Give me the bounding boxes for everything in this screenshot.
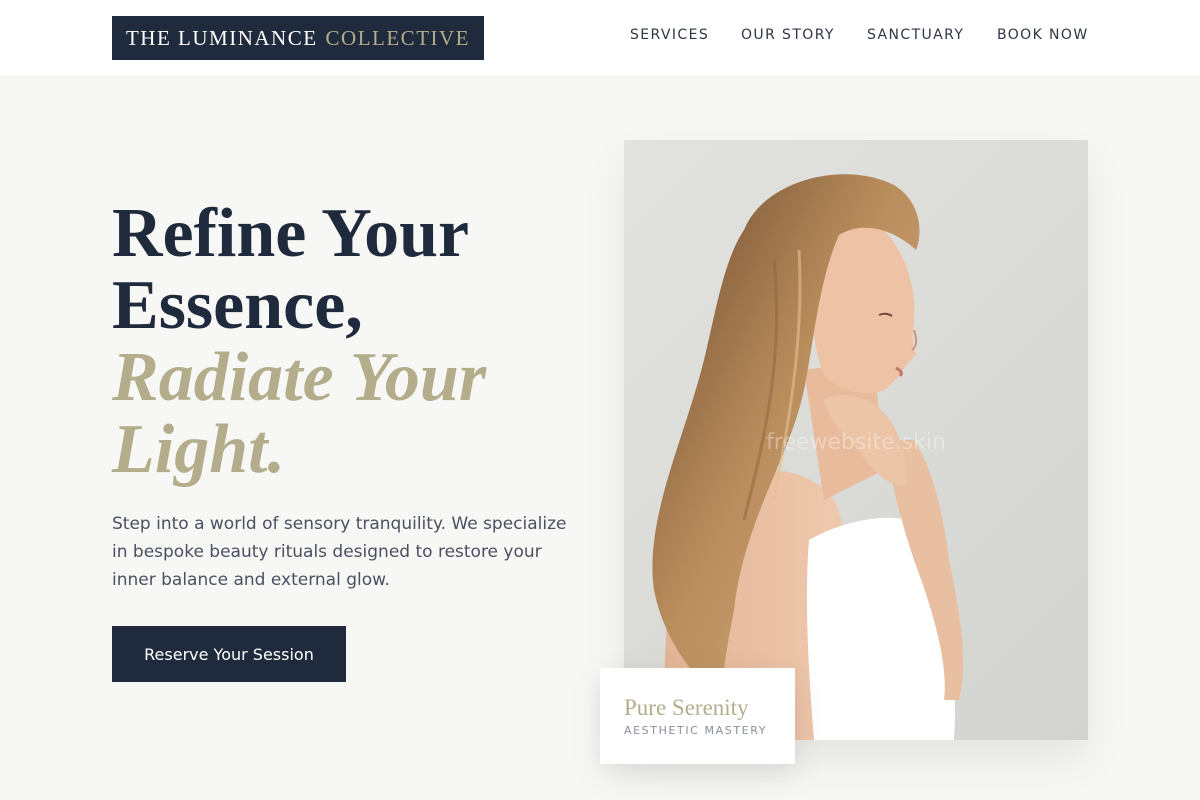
photo-watermark: freewebsite.skin (766, 430, 946, 455)
site-header: THE LUMINANCE COLLECTIVE SERVICES OUR ST… (0, 0, 1200, 76)
feature-card: Pure Serenity AESTHETIC MASTERY (600, 668, 795, 764)
hero-title-line-4: Light. (112, 411, 286, 488)
hero-title: Refine Your Essence, Radiate Your Light. (112, 198, 592, 486)
nav-services[interactable]: SERVICES (630, 27, 709, 43)
hero-title-line-2: Essence, (112, 267, 363, 344)
reserve-session-button[interactable]: Reserve Your Session (112, 626, 346, 682)
brand-name-primary: THE LUMINANCE (125, 25, 318, 50)
hero-title-line-3: Radiate Your (112, 339, 487, 416)
card-subtitle: AESTHETIC MASTERY (624, 724, 768, 737)
nav-our-story[interactable]: OUR STORY (741, 27, 835, 43)
card-title: Pure Serenity (624, 695, 749, 720)
brand-logo[interactable]: THE LUMINANCE COLLECTIVE (112, 16, 484, 60)
nav-book-now[interactable]: BOOK NOW (997, 27, 1089, 43)
nav-sanctuary[interactable]: SANCTUARY (867, 27, 964, 43)
hero-title-line-1: Refine Your (112, 195, 470, 272)
hero-description: Step into a world of sensory tranquility… (112, 514, 567, 590)
brand-name-accent: COLLECTIVE (325, 25, 471, 50)
hero-photo: freewebsite.skin (624, 140, 1088, 740)
